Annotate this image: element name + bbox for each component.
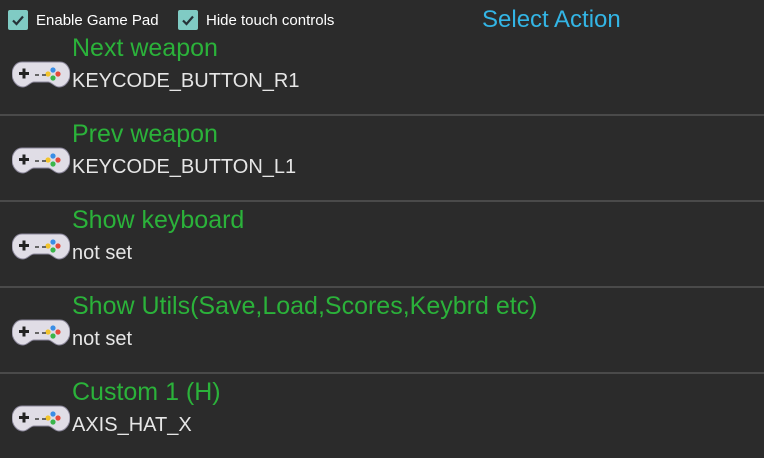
action-name: Custom 1 (H)	[72, 378, 221, 406]
action-row-prev-weapon[interactable]: Prev weapon KEYCODE_BUTTON_L1	[0, 116, 764, 202]
action-binding: AXIS_HAT_X	[72, 414, 192, 436]
hide-touch-controls-label: Hide touch controls	[206, 11, 335, 29]
action-row-show-utils[interactable]: Show Utils(Save,Load,Scores,Keybrd etc) …	[0, 288, 764, 374]
gamepad-icon	[12, 147, 70, 174]
action-binding: KEYCODE_BUTTON_R1	[72, 70, 300, 92]
enable-gamepad-checkbox[interactable]: Enable Game Pad	[8, 10, 159, 30]
action-row-custom-1[interactable]: Custom 1 (H) AXIS_HAT_X	[0, 374, 764, 458]
action-name: Prev weapon	[72, 120, 218, 148]
action-binding: KEYCODE_BUTTON_L1	[72, 156, 297, 178]
gamepad-icon	[12, 61, 70, 88]
gamepad-icon	[12, 319, 70, 346]
checkbox-checked-icon	[178, 10, 198, 30]
action-name: Next weapon	[72, 34, 218, 62]
gamepad-icon	[12, 233, 70, 260]
action-name: Show keyboard	[72, 206, 245, 234]
action-binding: not set	[72, 328, 133, 350]
action-binding: not set	[72, 242, 133, 264]
action-row-show-keyboard[interactable]: Show keyboard not set	[0, 202, 764, 288]
enable-gamepad-label: Enable Game Pad	[36, 11, 159, 29]
action-name: Show Utils(Save,Load,Scores,Keybrd etc)	[72, 292, 538, 320]
hide-touch-controls-checkbox[interactable]: Hide touch controls	[178, 10, 334, 30]
action-row-next-weapon[interactable]: Next weapon KEYCODE_BUTTON_R1	[0, 30, 764, 116]
checkbox-checked-icon	[8, 10, 28, 30]
action-list: Next weapon KEYCODE_BUTTON_R1 Prev weapo…	[0, 30, 764, 458]
gamepad-icon	[12, 405, 70, 432]
